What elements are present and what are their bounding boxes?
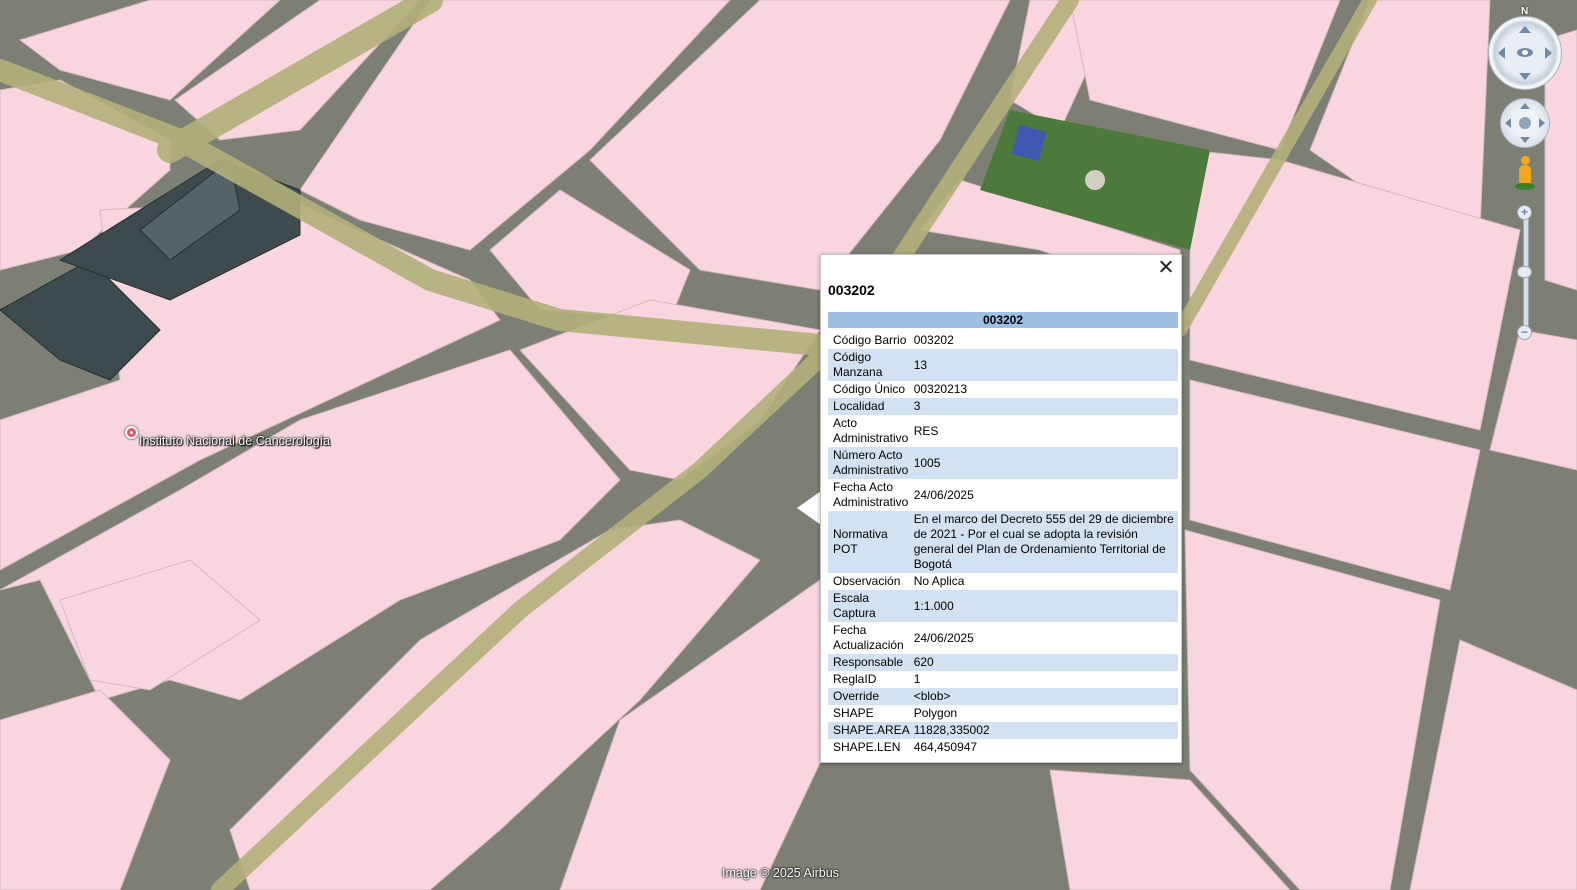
attribute-table: 003202 Código Barrio 003202 Código Manzana…: [828, 312, 1178, 756]
attribute-key: Código Manzana: [828, 349, 910, 381]
attribute-value: No Aplica: [913, 574, 965, 588]
attribute-key: ReglaID: [833, 672, 877, 686]
attribute-value: RES: [913, 423, 939, 438]
attribute-key: SHAPE: [833, 706, 874, 720]
close-icon[interactable]: [1157, 258, 1175, 276]
attribute-key: Código Único: [833, 382, 906, 396]
attribute-row: Observación No Aplica: [828, 573, 1178, 590]
attribute-key: Observación: [833, 574, 901, 588]
attribute-value: 620: [909, 654, 1178, 671]
attribute-value: 1005: [909, 447, 1178, 479]
attribute-row: Número Acto Administrativo 1005: [828, 447, 1178, 479]
zoom-out-button[interactable]: −: [1517, 325, 1532, 340]
place-marker-icon[interactable]: [125, 426, 138, 439]
attribute-value: 13: [909, 349, 1178, 381]
attribute-key: Escala Captura: [828, 590, 910, 622]
attribute-key: Fecha Actualización: [833, 623, 904, 652]
attribute-value: 11828,335002: [909, 722, 1178, 739]
info-popup: 003202 003202 Código Barrio 003202 Código …: [820, 254, 1182, 763]
attribute-row: Código Único 00320213: [828, 381, 1178, 398]
attribute-key: Número Acto Administrativo: [828, 447, 910, 479]
attribute-row: SHAPE.LEN 464,450947: [828, 739, 1178, 756]
attribute-value: 3: [909, 398, 1178, 415]
attribute-key: Acto Administrativo: [833, 416, 909, 445]
attribute-row: ReglaID 1: [828, 671, 1178, 688]
attribute-value: 24/06/2025: [913, 487, 974, 502]
look-arrows: [1498, 26, 1552, 80]
attribute-row: Acto Administrativo RES: [828, 415, 1178, 447]
attribute-value: Polygon: [913, 706, 958, 720]
attribute-row: Normativa POT En el marco del Decreto 555…: [828, 511, 1178, 573]
attribute-value: <blob>: [909, 688, 1178, 705]
attribute-row: Fecha Acto Administrativo 24/06/2025: [828, 479, 1178, 511]
attribute-row: SHAPE.AREA 11828,335002: [828, 722, 1178, 739]
attribute-row: Localidad 3: [828, 398, 1178, 415]
imagery-attribution: Image © 2025 Airbus: [722, 866, 839, 880]
attribute-value: 00320213: [913, 382, 968, 396]
attribute-row: Código Manzana 13: [828, 349, 1178, 381]
attribute-key: Localidad: [828, 398, 910, 415]
attribute-key: Normativa POT: [828, 511, 910, 573]
attribute-key: SHAPE.AREA: [828, 722, 910, 739]
attribute-key: SHAPE.LEN: [833, 740, 901, 754]
popup-pointer: [797, 491, 821, 525]
attribute-row: Fecha Actualización 24/06/2025: [828, 622, 1178, 654]
attribute-rows: Código Barrio 003202 Código Manzana 13 Códig…: [828, 328, 1178, 756]
move-icon[interactable]: [1500, 98, 1550, 148]
navigation-controls: N + −: [1486, 6, 1566, 346]
zoom-slider-thumb[interactable]: [1517, 266, 1532, 278]
move-arrows: [1505, 103, 1545, 143]
attribute-row: Escala Captura 1:1.000: [828, 590, 1178, 622]
look-around-icon[interactable]: [1488, 16, 1562, 90]
attribute-value: 464,450947: [913, 740, 978, 754]
attribute-row: Código Barrio 003202: [828, 328, 1178, 349]
pegman-icon[interactable]: [1515, 156, 1535, 192]
attribute-table-header: 003202: [828, 312, 1178, 328]
zoom-in-button[interactable]: +: [1517, 205, 1532, 220]
popup-title: 003202: [828, 282, 875, 298]
attribute-key: Fecha Acto Administrativo: [833, 480, 909, 509]
attribute-key: Responsable: [828, 654, 910, 671]
attribute-value: 24/06/2025: [913, 630, 974, 645]
attribute-key: Código Barrio: [833, 333, 907, 347]
attribute-row: Responsable 620: [828, 654, 1178, 671]
place-label[interactable]: Instituto Nacional de Cancerología: [139, 434, 330, 448]
attribute-value: 003202: [913, 333, 954, 347]
attribute-value: 1: [913, 672, 921, 686]
attribute-row: Override <blob>: [828, 688, 1178, 705]
attribute-key: Override: [828, 688, 910, 705]
attribute-row: SHAPE Polygon: [828, 705, 1178, 722]
attribute-value: 1:1.000: [909, 590, 1178, 622]
attribute-value: En el marco del Decreto 555 del 29 de di…: [909, 511, 1178, 573]
